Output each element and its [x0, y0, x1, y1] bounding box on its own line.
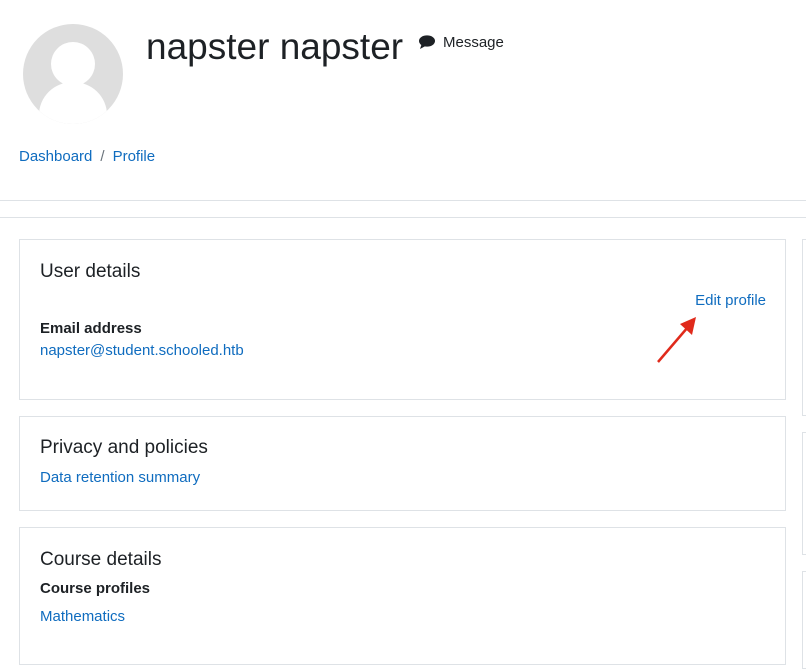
email-label: Email address	[40, 320, 142, 337]
page-title: napster napster	[146, 26, 404, 67]
edit-profile-link[interactable]: Edit profile	[695, 292, 766, 309]
breadcrumb: Dashboard / Profile	[19, 148, 155, 165]
data-retention-link[interactable]: Data retention summary	[40, 469, 200, 486]
privacy-heading: Privacy and policies	[40, 437, 208, 458]
avatar-body-shape	[39, 82, 107, 124]
avatar-head-shape	[51, 42, 95, 86]
email-link[interactable]: napster@student.schooled.htb	[40, 342, 244, 359]
breadcrumb-dashboard[interactable]: Dashboard	[19, 148, 92, 165]
message-button[interactable]: Message	[418, 32, 504, 52]
divider	[0, 217, 806, 218]
course-profiles-label: Course profiles	[40, 580, 151, 597]
course-details-card: Course details Course profiles Mathemati…	[19, 527, 786, 665]
avatar	[23, 24, 123, 124]
course-details-heading: Course details	[40, 549, 162, 570]
course-link-mathematics[interactable]: Mathematics	[40, 608, 125, 625]
user-details-heading: User details	[40, 261, 141, 282]
comment-icon	[418, 34, 436, 50]
divider	[0, 200, 806, 201]
side-panel-edge	[802, 432, 806, 555]
breadcrumb-profile[interactable]: Profile	[113, 148, 156, 165]
privacy-card: Privacy and policies Data retention summ…	[19, 416, 786, 511]
side-panel-edge	[802, 571, 806, 669]
side-panel-edge	[802, 239, 806, 416]
red-arrow-icon	[657, 317, 696, 363]
breadcrumb-separator: /	[100, 148, 105, 165]
message-label: Message	[443, 33, 504, 51]
